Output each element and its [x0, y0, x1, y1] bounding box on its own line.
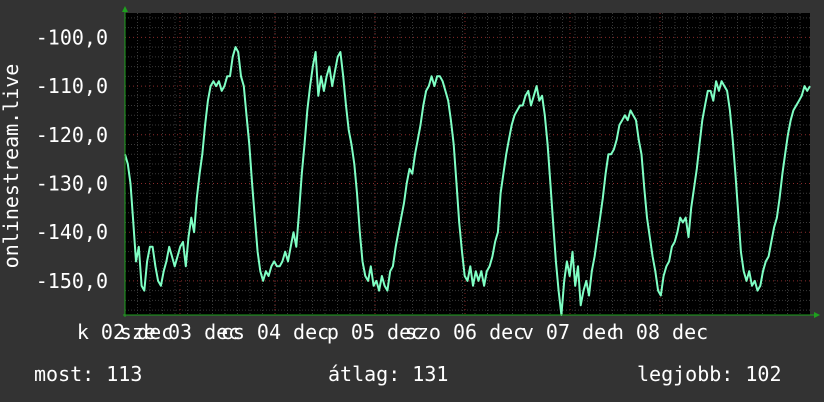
- x-tick-label: cs 04 dec: [221, 320, 329, 344]
- stat-best-label: legjobb:: [637, 362, 734, 386]
- y-tick-label: -120,0: [36, 123, 108, 147]
- x-tick-label: h 08 dec: [612, 320, 708, 344]
- stat-average-value: 131: [412, 362, 449, 386]
- y-tick-label: -150,0: [36, 269, 108, 293]
- x-axis-ticks: k 02 decsze 03 deccs 04 decp 05 decszo 0…: [77, 320, 708, 344]
- y-axis-arrow: [122, 6, 128, 12]
- y-tick-label: -130,0: [36, 171, 108, 195]
- y-tick-label: -140,0: [36, 220, 108, 244]
- stat-average: átlag: 131: [328, 362, 448, 386]
- x-tick-label: szo 06 dec: [405, 320, 525, 344]
- x-tick-label: v 07 dec: [522, 320, 618, 344]
- line-chart: -100,0 -110,0 -120,0 -130,0 -140,0 -150,0 k 0…: [0, 6, 820, 344]
- stat-best-value: 102: [745, 362, 782, 386]
- stat-best: legjobb: 102: [637, 362, 782, 386]
- stat-average-label: átlag:: [328, 362, 401, 386]
- y-axis-label: onlinestream.live: [0, 64, 23, 269]
- y-axis-ticks: -100,0 -110,0 -120,0 -130,0 -140,0 -150,0: [36, 25, 108, 293]
- x-axis-arrow: [814, 312, 820, 318]
- stat-current: most: 113: [34, 362, 142, 386]
- stat-current-label: most:: [34, 362, 95, 386]
- stat-current-value: 113: [106, 362, 143, 386]
- y-tick-label: -100,0: [36, 25, 108, 49]
- y-tick-label: -110,0: [36, 74, 108, 98]
